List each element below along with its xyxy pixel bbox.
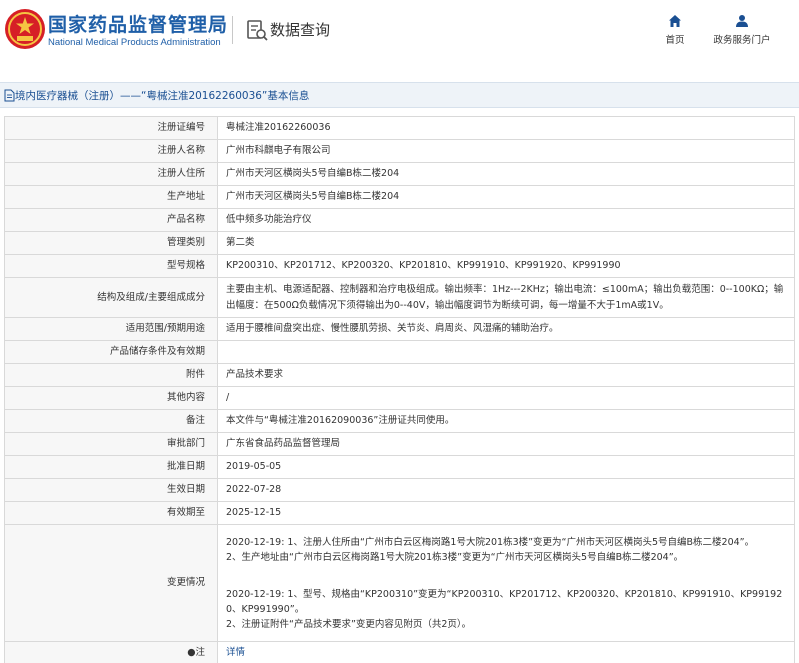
field-value: 粤械注准20162260036 (217, 116, 795, 140)
field-value: 主要由主机、电源适配器、控制器和治疗电极组成。输出频率：1Hz---2KHz；输… (217, 277, 795, 318)
row-model-spec: 型号规格 KP200310、KP201712、KP200320、KP201810… (4, 254, 795, 278)
row-changes: 变更情况 2020-12-19: 1、注册人住所由“广州市白云区梅岗路1号大院2… (4, 524, 795, 642)
breadcrumb: 境内医疗器械（注册）——“粤械注准20162260036”基本信息 (0, 82, 799, 108)
nav-home-label: 首页 (665, 35, 685, 46)
change-record-gap (226, 568, 786, 584)
field-label: 结构及组成/主要组成成分 (4, 277, 218, 318)
field-value: 广东省食品药品监督管理局 (217, 432, 795, 456)
row-registrant: 注册人名称 广州市科麒电子有限公司 (4, 139, 795, 163)
change-record-1: 2020-12-19: 1、注册人住所由“广州市白云区梅岗路1号大院201栋3楼… (226, 536, 755, 563)
home-icon (669, 15, 681, 27)
field-label: 备注 (4, 409, 218, 433)
user-icon (736, 15, 748, 27)
row-other: 其他内容 / (4, 386, 795, 410)
row-scope: 适用范围/预期用途 适用于腰椎间盘突出症、慢性腰肌劳损、关节炎、肩周炎、风湿痛的… (4, 317, 795, 341)
field-label: 注册证编号 (4, 116, 218, 140)
row-expiry-date: 有效期至 2025-12-15 (4, 501, 795, 525)
field-label: 有效期至 (4, 501, 218, 525)
row-remark: 备注 本文件与“粤械注准20162090036”注册证共同使用。 (4, 409, 795, 433)
field-label: 产品储存条件及有效期 (4, 340, 218, 364)
field-value: 低中频多功能治疗仪 (217, 208, 795, 232)
field-value: 广州市科麒电子有限公司 (217, 139, 795, 163)
row-product-name: 产品名称 低中频多功能治疗仪 (4, 208, 795, 232)
field-value: 广州市天河区横岗头5号自编B栋二楼204 (217, 162, 795, 186)
field-label: 其他内容 (4, 386, 218, 410)
field-value: 适用于腰椎间盘突出症、慢性腰肌劳损、关节炎、肩周炎、风湿痛的辅助治疗。 (217, 317, 795, 341)
field-value: 广州市天河区横岗头5号自编B栋二楼204 (217, 185, 795, 209)
field-label: 生产地址 (4, 185, 218, 209)
field-label: 批准日期 (4, 455, 218, 479)
field-value: / (217, 386, 795, 410)
field-label: 生效日期 (4, 478, 218, 502)
field-label: 注册人名称 (4, 139, 218, 163)
header-divider (232, 16, 233, 44)
field-value: 2020-12-19: 1、注册人住所由“广州市白云区梅岗路1号大院201栋3楼… (217, 524, 795, 642)
row-registrant-address: 注册人住所 广州市天河区横岗头5号自编B栋二楼204 (4, 162, 795, 186)
registration-info-table: 注册证编号 粤械注准20162260036 注册人名称 广州市科麒电子有限公司 … (4, 116, 795, 663)
data-query-title: 数据查询 (270, 21, 331, 39)
field-value: 2022-07-28 (217, 478, 795, 502)
row-note: ●注 详情 (4, 641, 795, 663)
row-approval-date: 批准日期 2019-05-05 (4, 455, 795, 479)
field-value: 2019-05-05 (217, 455, 795, 479)
change-record-2: 2020-12-19: 1、型号、规格由“KP200310”变更为“KP2003… (226, 588, 783, 630)
field-label: 适用范围/预期用途 (4, 317, 218, 341)
national-emblem-icon (5, 9, 45, 49)
structure-text: 主要由主机、电源适配器、控制器和治疗电极组成。输出频率：1Hz---2KHz；输… (226, 284, 784, 311)
field-value: 详情 (217, 641, 795, 663)
row-approval-dept: 审批部门 广东省食品药品监督管理局 (4, 432, 795, 456)
field-label: 注册人住所 (4, 162, 218, 186)
field-label: 管理类别 (4, 231, 218, 255)
nav-portal-label: 政务服务门户 (713, 35, 771, 46)
row-management-class: 管理类别 第二类 (4, 231, 795, 255)
site-title-cn[interactable]: 国家药品监督管理局 (48, 10, 228, 37)
nav-home[interactable]: 首页 (660, 14, 690, 46)
field-label: 附件 (4, 363, 218, 387)
field-value: 本文件与“粤械注准20162090036”注册证共同使用。 (217, 409, 795, 433)
field-label: ●注 (4, 641, 218, 663)
field-value: KP200310、KP201712、KP200320、KP201810、KP99… (217, 254, 795, 278)
field-label: 产品名称 (4, 208, 218, 232)
row-production-address: 生产地址 广州市天河区横岗头5号自编B栋二楼204 (4, 185, 795, 209)
site-header: 国家药品监督管理局 National Medical Products Admi… (0, 0, 799, 68)
details-link[interactable]: 详情 (226, 647, 245, 658)
row-reg-no: 注册证编号 粤械注准20162260036 (4, 116, 795, 140)
row-structure: 结构及组成/主要组成成分 主要由主机、电源适配器、控制器和治疗电极组成。输出频率… (4, 277, 795, 318)
nav-service-portal[interactable]: 政务服务门户 (710, 14, 774, 46)
data-query-icon (247, 20, 268, 41)
field-label: 型号规格 (4, 254, 218, 278)
field-value: 2025-12-15 (217, 501, 795, 525)
breadcrumb-text: 境内医疗器械（注册）——“粤械注准20162260036”基本信息 (15, 90, 310, 102)
row-effective-date: 生效日期 2022-07-28 (4, 478, 795, 502)
site-title-en[interactable]: National Medical Products Administration (48, 37, 221, 48)
field-label: 变更情况 (4, 524, 218, 642)
row-attachment: 附件 产品技术要求 (4, 363, 795, 387)
row-storage: 产品储存条件及有效期 (4, 340, 795, 364)
field-value: 产品技术要求 (217, 363, 795, 387)
field-value (217, 340, 795, 364)
document-icon (4, 89, 15, 102)
field-label: 审批部门 (4, 432, 218, 456)
field-value: 第二类 (217, 231, 795, 255)
